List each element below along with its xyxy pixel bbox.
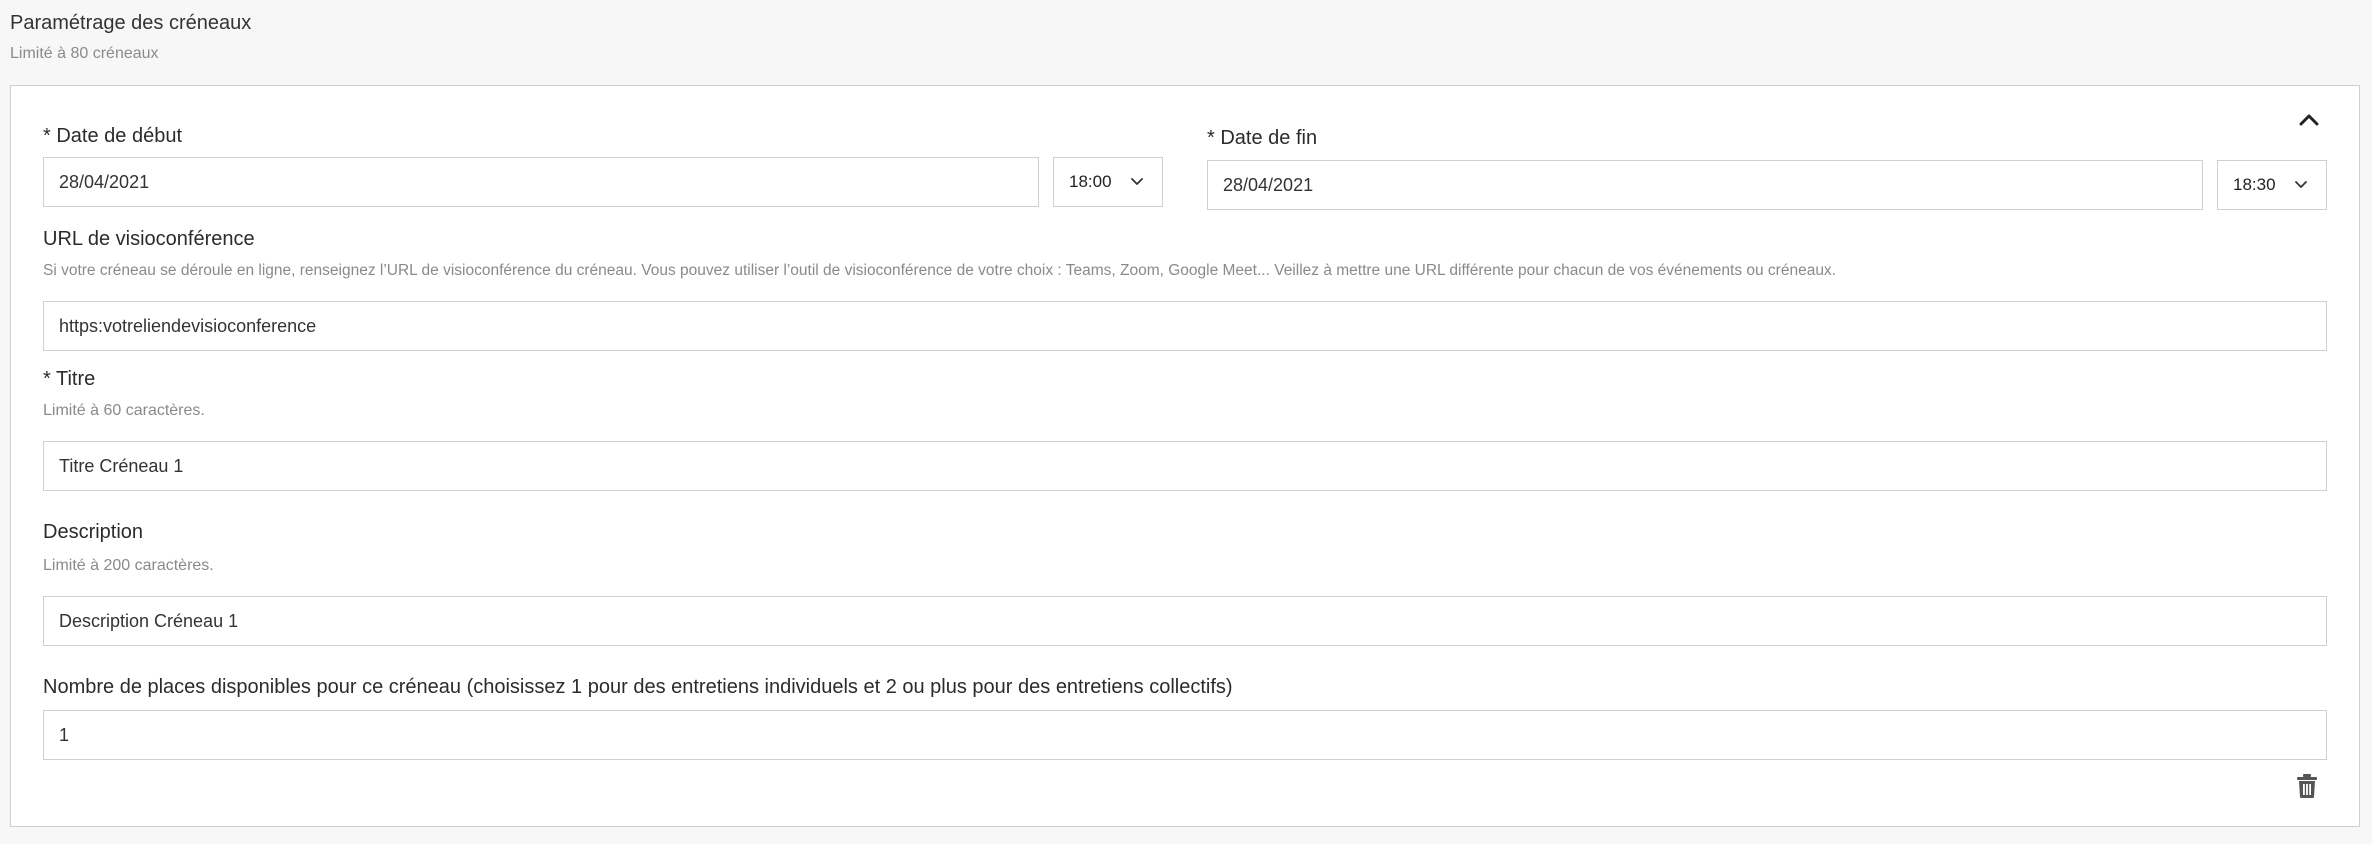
- end-date-label: * Date de fin: [1207, 127, 1318, 149]
- description-help: Limité à 200 caractères.: [43, 557, 214, 574]
- start-time-value: 18:00: [1069, 172, 1112, 191]
- title-help: Limité à 60 caractères.: [43, 402, 205, 419]
- title-input[interactable]: Titre Créneau 1: [43, 441, 2327, 491]
- video-url-help: Si votre créneau se déroule en ligne, re…: [43, 262, 1836, 279]
- section-subtitle: Limité à 80 créneaux: [10, 45, 159, 62]
- slot-card: * Date de début 28/04/2021 18:00 * Date …: [10, 85, 2360, 827]
- start-date-label: * Date de début: [43, 125, 182, 147]
- seats-input[interactable]: 1: [43, 710, 2327, 760]
- description-label: Description: [43, 521, 144, 543]
- section-title: Paramétrage des créneaux: [10, 12, 252, 34]
- chevron-up-icon: [2299, 114, 2319, 126]
- start-date-input[interactable]: 28/04/2021: [43, 157, 1039, 207]
- start-time-select[interactable]: 18:00: [1053, 157, 1163, 207]
- collapse-button[interactable]: [2295, 106, 2323, 134]
- description-input[interactable]: Description Créneau 1: [43, 596, 2327, 646]
- end-time-select[interactable]: 18:30: [2217, 160, 2327, 210]
- delete-slot-button[interactable]: [2291, 770, 2323, 802]
- chevron-down-icon: [2295, 181, 2307, 188]
- video-url-label: URL de visioconférence: [43, 228, 255, 250]
- trash-icon: [2297, 774, 2317, 798]
- title-label: * Titre: [43, 368, 96, 390]
- seats-label: Nombre de places disponibles pour ce cré…: [43, 676, 1233, 698]
- chevron-down-icon: [1131, 178, 1143, 185]
- end-date-input[interactable]: 28/04/2021: [1207, 160, 2203, 210]
- end-time-value: 18:30: [2233, 175, 2276, 194]
- video-url-input[interactable]: https:votreliendevisioconference: [43, 301, 2327, 351]
